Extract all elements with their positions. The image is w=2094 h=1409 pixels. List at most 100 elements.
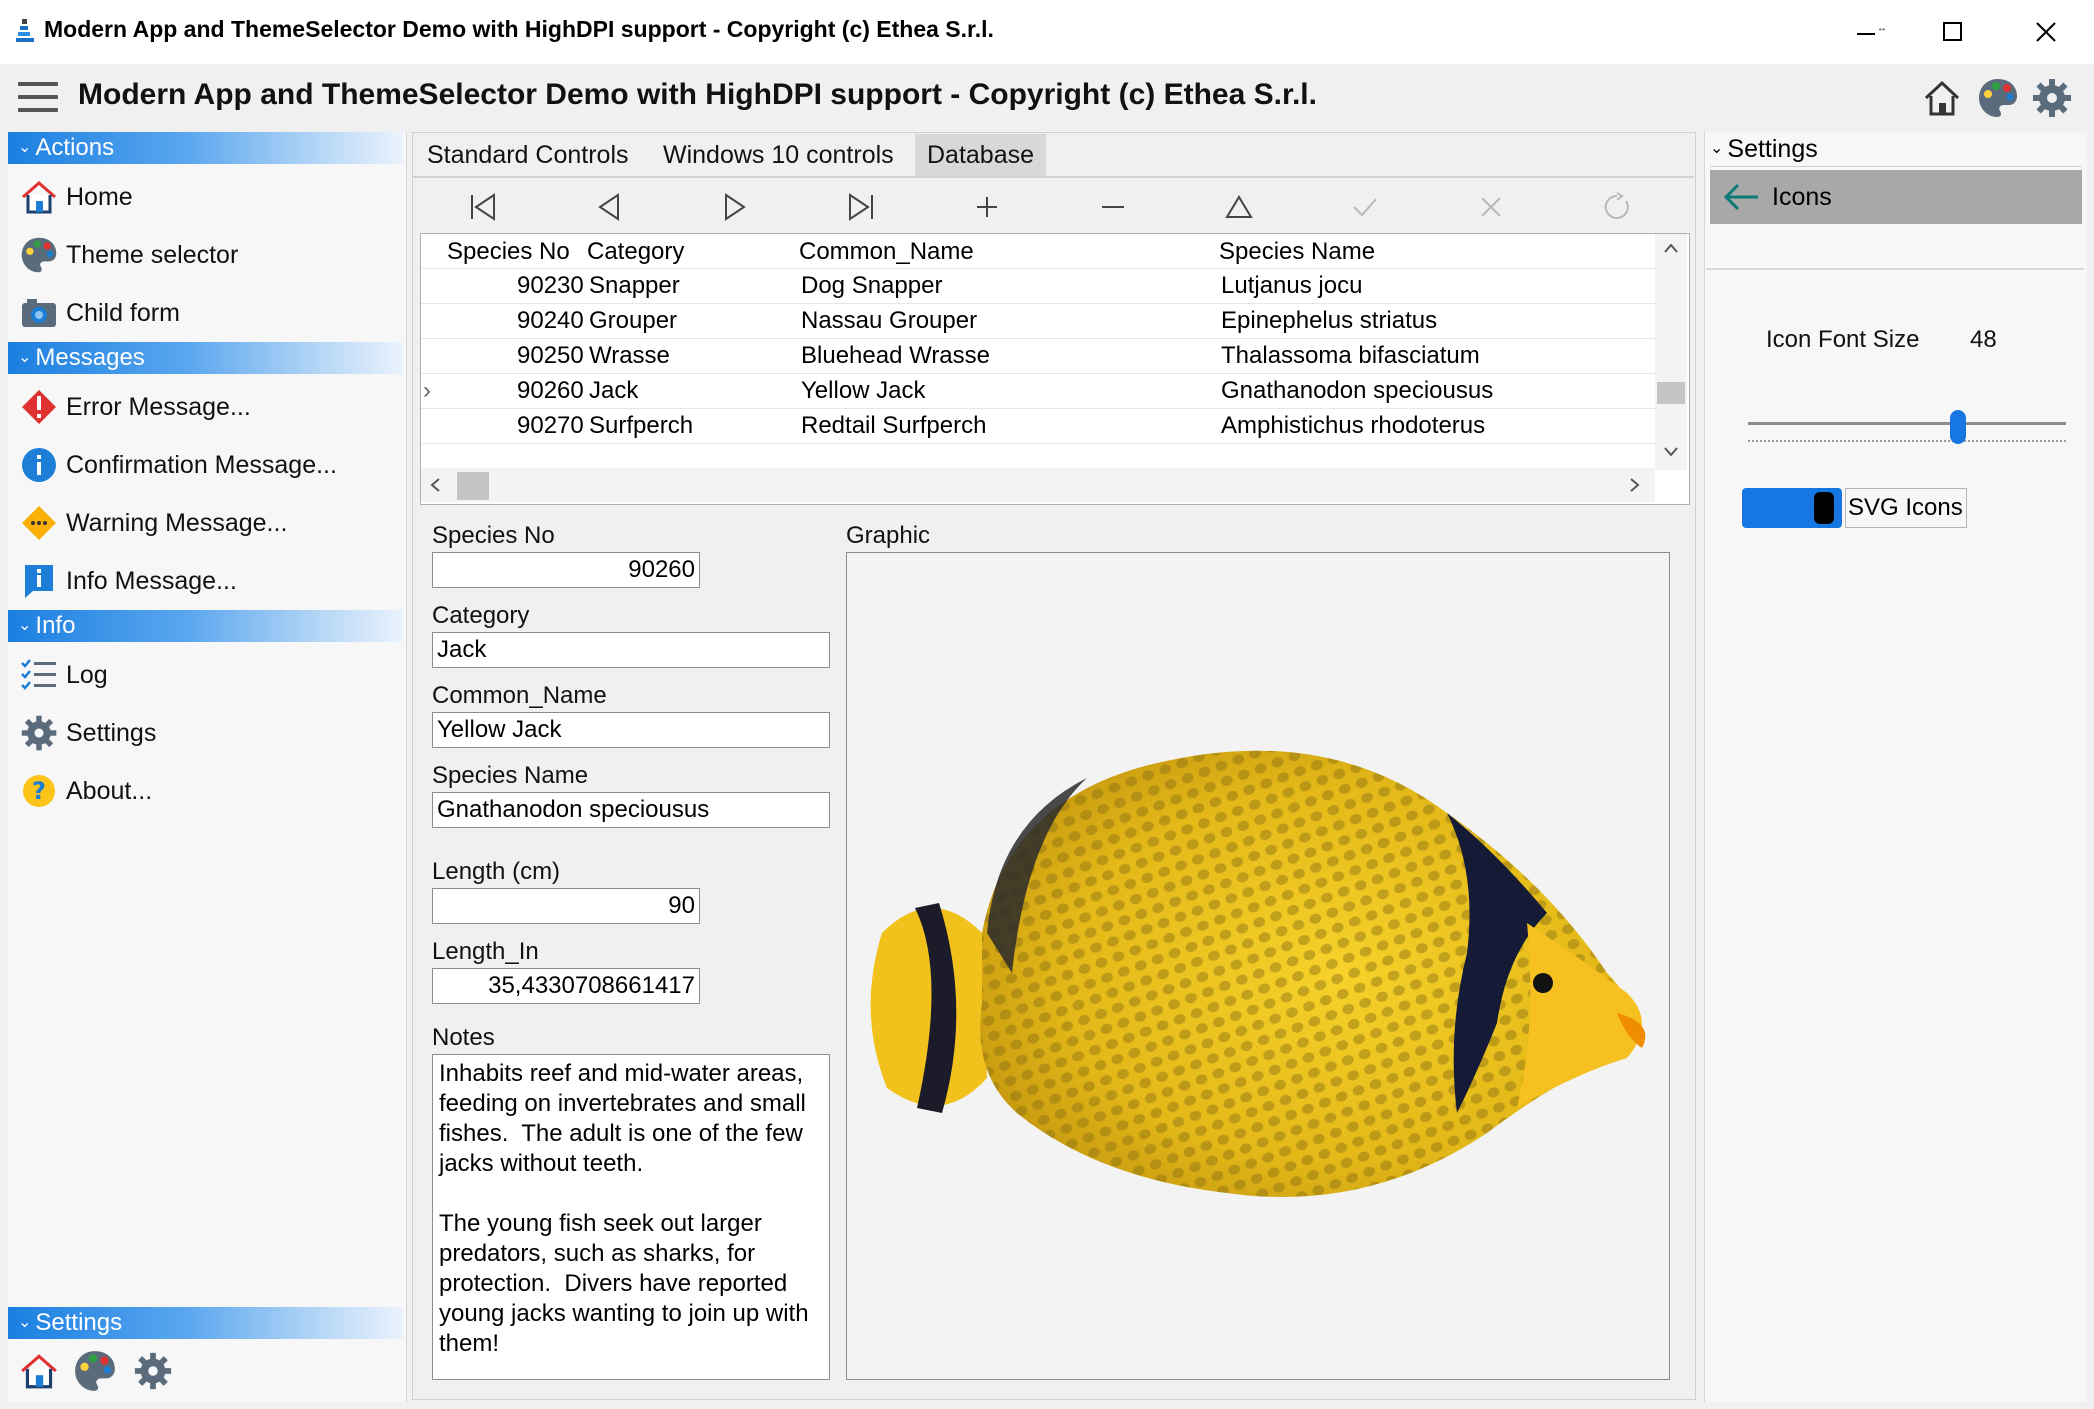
warning-icon [22, 506, 56, 540]
group-header-info[interactable]: ⌄ Info [8, 610, 403, 642]
close-button[interactable] [2006, 0, 2086, 64]
fish-image [870, 750, 1646, 1197]
nav-post-button[interactable] [1302, 182, 1428, 232]
chevron-right-icon[interactable] [1629, 477, 1641, 493]
nav-item-home[interactable]: Home [18, 172, 133, 222]
group-header-actions[interactable]: ⌄ Actions [8, 132, 403, 164]
nav-item-info-message[interactable]: Info Message... [18, 556, 237, 606]
nav-insert-button[interactable] [924, 182, 1050, 232]
svg-icons-label: SVG Icons [1845, 488, 1967, 528]
palette-icon[interactable] [72, 1348, 118, 1394]
group-title: Info [35, 612, 76, 639]
nav-edit-button[interactable] [1176, 182, 1302, 232]
table-row[interactable]: 90240 Grouper Nassau Grouper Epinephelus… [421, 303, 1655, 339]
scroll-thumb[interactable] [457, 472, 489, 500]
group-header-settings[interactable]: ⌄ Settings [8, 1307, 403, 1339]
app-icon [16, 19, 34, 42]
column-header-species-name[interactable]: Species Name [1219, 234, 1375, 269]
category-field[interactable]: Jack [432, 632, 830, 668]
hamburger-menu-icon[interactable] [18, 82, 58, 116]
nav-first-button[interactable] [420, 182, 546, 232]
cell-species-name: Thalassoma bifasciatum [1221, 342, 1480, 369]
nav-delete-button[interactable] [1050, 182, 1176, 232]
home-icon [22, 181, 56, 214]
table-row[interactable]: 90230 Snapper Dog Snapper Lutjanus jocu [421, 268, 1655, 304]
table-row-current[interactable]: › 90260 Jack Yellow Jack Gnathanodon spe… [421, 373, 1655, 409]
tab-windows-10-controls[interactable]: Windows 10 controls [651, 134, 906, 176]
notes-memo[interactable]: Inhabits reef and mid-water areas, feedi… [432, 1054, 830, 1380]
nav-item-log[interactable]: Log [18, 650, 108, 700]
column-header-common-name[interactable]: Common_Name [799, 234, 974, 269]
species-name-label: Species Name [432, 762, 589, 789]
current-row-indicator-icon: › [423, 377, 431, 404]
icons-back-button[interactable]: Icons [1710, 170, 2082, 224]
length-in-field[interactable]: 35,4330708661417 [432, 968, 700, 1004]
nav-next-button[interactable] [672, 182, 798, 232]
nav-item-label: Error Message... [66, 392, 251, 421]
last-record-icon [849, 193, 873, 221]
scroll-thumb[interactable] [1657, 382, 1685, 404]
maximize-button[interactable] [1913, 0, 1993, 64]
cell-common-name: Nassau Grouper [801, 307, 978, 334]
checkmark-icon [1353, 198, 1377, 217]
cell-species-no: 90260 [517, 377, 584, 404]
nav-last-button[interactable] [798, 182, 924, 232]
length-in-label: Length_In [432, 938, 539, 965]
home-icon[interactable] [1920, 76, 1964, 120]
db-navigator [420, 182, 1690, 232]
group-header-messages[interactable]: ⌄ Messages [8, 342, 403, 374]
data-grid[interactable]: Species No Category Common_Name Species … [420, 233, 1690, 505]
chevron-up-icon[interactable] [1663, 242, 1679, 254]
nav-item-about[interactable]: ? About... [18, 766, 152, 816]
tab-database[interactable]: Database [915, 134, 1047, 176]
chevron-down-icon: ⌄ [18, 139, 32, 156]
length-cm-field[interactable]: 90 [432, 888, 700, 924]
nav-item-warning-message[interactable]: Warning Message... [18, 498, 287, 548]
grid-vertical-scrollbar[interactable] [1655, 234, 1687, 470]
chevron-down-icon: ⌄ [1710, 140, 1724, 157]
group-title: Actions [35, 134, 115, 161]
chevron-down-icon[interactable] [1663, 446, 1679, 458]
nav-refresh-button[interactable] [1554, 182, 1680, 232]
cell-category: Wrasse [589, 342, 670, 369]
species-name-field[interactable]: Gnathanodon speciousus [432, 792, 830, 828]
nav-item-confirmation-message[interactable]: Confirmation Message... [18, 440, 337, 490]
gear-icon[interactable] [2030, 76, 2074, 120]
group-title: Messages [35, 344, 145, 371]
chevron-down-icon: ⌄ [18, 617, 32, 634]
nav-item-error-message[interactable]: Error Message... [18, 382, 251, 432]
info-circle-icon [22, 448, 56, 482]
minimize-button[interactable]: ↔ [1830, 0, 1910, 64]
tab-standard-controls[interactable]: Standard Controls [415, 134, 641, 176]
nav-item-label: Theme selector [66, 240, 239, 269]
slider-thumb[interactable] [1950, 410, 1966, 444]
settings-panel-header[interactable]: ⌄ Settings [1710, 132, 2082, 167]
gear-icon[interactable] [132, 1350, 174, 1392]
chevron-left-icon[interactable] [429, 477, 441, 493]
nav-item-settings[interactable]: Settings [18, 708, 156, 758]
table-row[interactable]: 90250 Wrasse Bluehead Wrasse Thalassoma … [421, 338, 1655, 374]
column-header-species-no[interactable]: Species No [447, 234, 570, 269]
cell-species-name: Epinephelus striatus [1221, 307, 1438, 334]
icon-font-size-value: 48 [1970, 326, 1997, 353]
common-name-label: Common_Name [432, 682, 607, 709]
nav-item-label: Confirmation Message... [66, 450, 337, 479]
nav-item-child-form[interactable]: Child form [18, 288, 180, 338]
grid-header-row: Species No Category Common_Name Species … [421, 234, 1655, 269]
common-name-field[interactable]: Yellow Jack [432, 712, 830, 748]
toggle-knob[interactable] [1814, 492, 1834, 524]
nav-prior-button[interactable] [546, 182, 672, 232]
icon-size-slider[interactable] [1748, 410, 2066, 450]
home-icon[interactable] [18, 1350, 60, 1392]
cell-category: Snapper [589, 272, 680, 299]
nav-cancel-button[interactable] [1428, 182, 1554, 232]
palette-icon[interactable] [1976, 76, 2020, 120]
nav-item-theme-selector[interactable]: Theme selector [18, 230, 238, 280]
grid-horizontal-scrollbar[interactable] [421, 468, 1655, 502]
column-header-category[interactable]: Category [587, 234, 684, 269]
table-row[interactable]: 90270 Surfperch Redtail Surfperch Amphis… [421, 408, 1655, 444]
palette-icon [21, 237, 57, 273]
cell-common-name: Redtail Surfperch [801, 412, 987, 439]
species-no-field[interactable]: 90260 [432, 552, 700, 588]
slider-track [1748, 422, 2066, 425]
